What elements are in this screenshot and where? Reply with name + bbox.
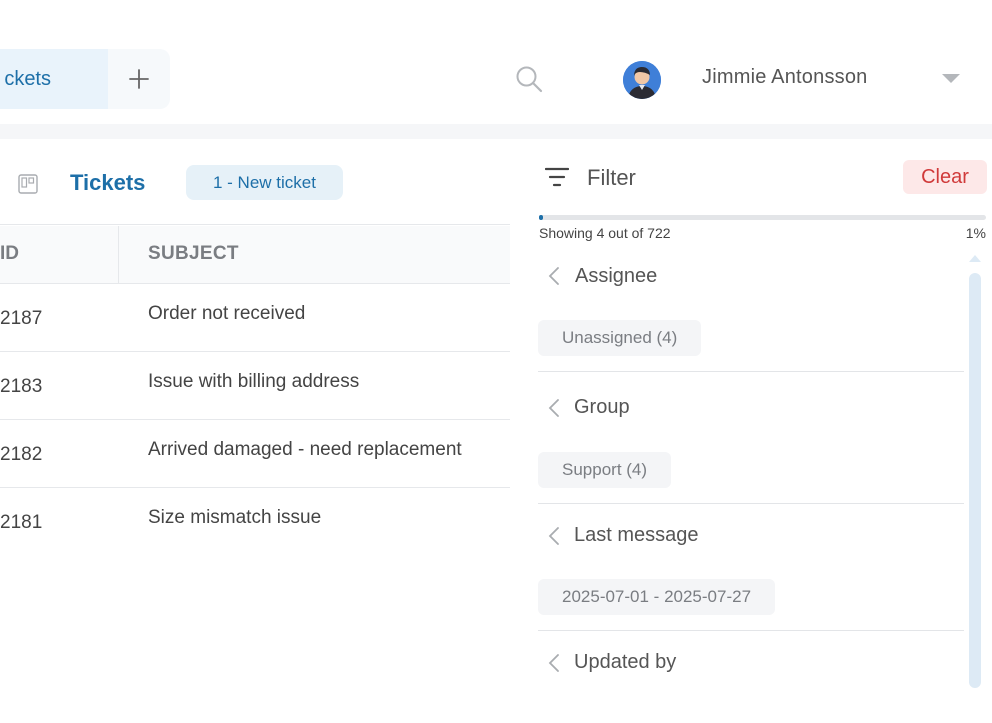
results-percent: 1% xyxy=(965,225,986,241)
column-header-id[interactable]: ID xyxy=(0,243,19,265)
column-header-subject[interactable]: SUBJECT xyxy=(148,243,239,265)
divider-band xyxy=(0,124,992,139)
filter-chip[interactable]: Unassigned (4) xyxy=(538,320,702,356)
filter-chip[interactable]: Support (4) xyxy=(538,452,672,488)
table-row[interactable]: 2187 Order not received xyxy=(0,284,510,352)
page-title: Tickets xyxy=(70,170,146,195)
search-button[interactable] xyxy=(514,64,544,94)
table-row[interactable]: 2181 Size mismatch issue xyxy=(0,488,510,556)
top-bar: ckets Jimmie Antonsson xyxy=(0,0,992,124)
filter-section-label[interactable]: Last message xyxy=(574,524,699,547)
board-icon xyxy=(18,174,38,194)
results-progress-fill xyxy=(539,215,543,220)
chevron-left-icon[interactable] xyxy=(548,527,560,545)
ticket-id: 2183 xyxy=(0,376,43,397)
column-divider[interactable] xyxy=(118,226,119,284)
table-row[interactable]: 2183 Issue with billing address xyxy=(0,352,510,420)
chevron-left-icon[interactable] xyxy=(548,267,560,285)
tab-tickets[interactable]: ckets xyxy=(0,49,108,109)
user-menu-toggle[interactable] xyxy=(940,72,962,86)
filter-section-last-message: Last message 2025-07-01 - 2025-07-27 xyxy=(538,504,964,631)
tab-tickets-label: ckets xyxy=(4,67,51,90)
chevron-left-icon[interactable] xyxy=(548,654,560,672)
avatar[interactable] xyxy=(623,61,661,99)
tab-group: ckets xyxy=(0,49,170,109)
filter-scrollbar[interactable] xyxy=(969,273,981,688)
ticket-subject: Arrived damaged - need replacement xyxy=(148,439,462,460)
chevron-left-icon[interactable] xyxy=(548,399,560,417)
new-ticket-badge[interactable]: 1 - New ticket xyxy=(186,165,343,200)
filter-section-group: Group Support (4) xyxy=(538,372,964,504)
app-window: ckets Jimmie Antonsson Tickets 1 - New t… xyxy=(0,0,992,723)
table-row[interactable]: 2182 Arrived damaged - need replacement xyxy=(0,420,510,488)
results-count: Showing 4 out of 722 xyxy=(539,225,671,241)
filter-section-label[interactable]: Updated by xyxy=(574,651,676,674)
results-progress-bar xyxy=(539,215,986,220)
filter-section-assignee: Assignee Unassigned (4) xyxy=(538,255,964,372)
ticket-subject: Order not received xyxy=(148,303,306,324)
chevron-down-icon xyxy=(942,74,960,83)
clear-button[interactable]: Clear xyxy=(903,160,987,194)
user-avatar-icon xyxy=(623,61,661,99)
plus-icon xyxy=(129,69,149,89)
ticket-id: 2182 xyxy=(0,444,43,465)
ticket-subject: Issue with billing address xyxy=(148,371,360,392)
scroll-up-icon[interactable] xyxy=(969,253,981,263)
filter-section-label[interactable]: Group xyxy=(574,396,630,419)
tickets-panel: Tickets 1 - New ticket ID SUBJECT 2187 O… xyxy=(0,139,510,723)
board-view-toggle[interactable] xyxy=(18,174,38,199)
user-name[interactable]: Jimmie Antonsson xyxy=(702,66,868,89)
filter-toggle[interactable] xyxy=(544,167,570,192)
tickets-header: Tickets 1 - New ticket xyxy=(0,139,510,225)
filter-title: Filter xyxy=(587,165,636,190)
filter-chip[interactable]: 2025-07-01 - 2025-07-27 xyxy=(538,579,776,615)
filter-section-updated-by: Updated by xyxy=(538,631,964,688)
filter-panel: Filter Clear Showing 4 out of 722 1% Ass… xyxy=(521,139,992,688)
ticket-subject: Size mismatch issue xyxy=(148,507,322,528)
search-icon xyxy=(516,66,543,93)
table-header: ID SUBJECT xyxy=(0,226,510,284)
ticket-id: 2187 xyxy=(0,308,43,329)
filter-section-label[interactable]: Assignee xyxy=(575,265,657,288)
add-tab-button[interactable] xyxy=(108,49,170,109)
filter-lines-icon xyxy=(544,167,570,187)
ticket-id: 2181 xyxy=(0,512,43,533)
